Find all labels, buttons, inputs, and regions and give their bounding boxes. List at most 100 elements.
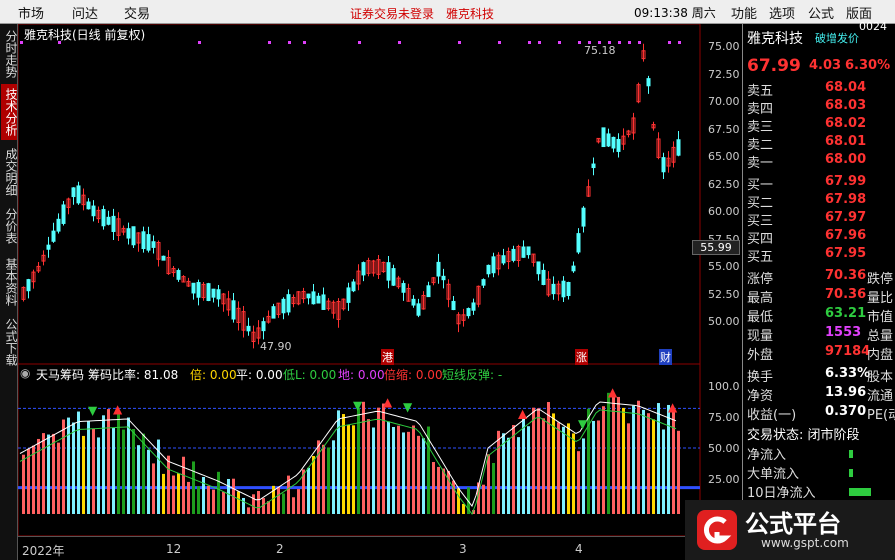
signal-arrow: ▲ (608, 385, 618, 399)
candle-body (206, 283, 211, 302)
candle-body (176, 270, 181, 280)
indicator-bar (552, 413, 555, 514)
signal-arrow: ▲ (668, 400, 678, 414)
clock: 09:13:38 周六 (634, 6, 716, 20)
candle-body (501, 255, 506, 264)
candle-body (611, 136, 616, 149)
price-tick: 67.50 (708, 122, 740, 136)
orderbook-price: 68.04 (825, 80, 867, 95)
signal-dot (628, 41, 631, 44)
kline-chart[interactable]: ▼ ▲ ▼ ▲ ▼ ▲ ▼ ▲ ▲ (18, 24, 742, 536)
candle-body (61, 204, 66, 224)
candle-body (346, 287, 351, 303)
menu-options[interactable]: 选项 (769, 3, 795, 22)
indicator-bar (122, 429, 125, 514)
indicator-bar (32, 445, 35, 514)
time-label-2022: 2022年 (22, 544, 65, 558)
time-label-3: 3 (459, 542, 467, 556)
stat-label: 净资 (747, 389, 774, 404)
stat-row: 最低 63.21 市值 (747, 306, 893, 325)
trade-state: 交易状态: 闭市阶段 (747, 428, 860, 443)
indicator-bar (572, 433, 575, 514)
price-tick: 72.50 (708, 67, 740, 81)
tab-trades[interactable]: 成交明细 (1, 146, 18, 198)
candle-body (86, 201, 91, 210)
menu-function[interactable]: 功能 (731, 3, 757, 22)
candle-body (576, 233, 581, 253)
price-tick: 70.00 (708, 95, 740, 108)
indicator-bar (292, 497, 295, 514)
indicator-name[interactable]: 天马筹码 (36, 366, 84, 383)
indicator-bar (27, 448, 30, 514)
candle-body (71, 187, 76, 198)
logo-icon (697, 510, 737, 550)
menu-trade[interactable]: 交易 (124, 3, 150, 22)
signal-dot (20, 41, 23, 44)
indicator-bar (252, 494, 255, 514)
candle-body (676, 139, 681, 156)
menu-wenda[interactable]: 问达 (72, 3, 98, 22)
indicator-bar (512, 425, 515, 514)
time-label-4: 4 (575, 542, 583, 556)
flow-label: 大单流入 (747, 467, 800, 482)
candle-body (661, 157, 666, 173)
app-window: 市场 问达 交易 证券交易未登录 雅克科技 09:13:38 周六 功能 选项 … (0, 0, 895, 560)
candle-body (111, 215, 116, 232)
indicator-bar (677, 430, 680, 514)
indicator-bar (417, 435, 420, 514)
indicator-bar (237, 491, 240, 514)
tab-profile[interactable]: 基本资料 (1, 256, 18, 308)
candle-body (141, 231, 146, 250)
indicator-bar (112, 427, 115, 514)
tab-price-table[interactable]: 分价表 (1, 206, 18, 246)
signal-dot (678, 41, 681, 44)
stat-value: 0.370 (825, 404, 867, 419)
indicator-bar (367, 419, 370, 514)
indicator-bar (457, 488, 460, 514)
indicator-bar (517, 437, 520, 514)
tab-formula-download[interactable]: 公式下载 (1, 316, 18, 368)
left-tab-bar: 分时走势 技术分析 成交明细 分价表 基本资料 公式下载 (0, 24, 18, 560)
candle-body (491, 256, 496, 274)
indicator-bar (327, 447, 330, 514)
indicator-bar (22, 454, 25, 514)
indicator-bar (152, 463, 155, 514)
indicator-bar (492, 462, 495, 514)
candle-body (561, 280, 566, 298)
candle-body (191, 282, 196, 294)
orderbook-price: 68.03 (825, 98, 867, 113)
chart-area[interactable]: ▼ ▲ ▼ ▲ ▼ ▲ ▼ ▲ ▲ 雅克科技(日线 前复权) 75.18 47.90 港 涨 财… (18, 24, 742, 558)
orderbook-label: 卖一 (747, 156, 774, 171)
orderbook-price: 67.98 (825, 192, 867, 207)
indicator-bar (132, 428, 135, 514)
indicator-bar (142, 433, 145, 514)
menu-formula[interactable]: 公式 (808, 3, 834, 22)
low-price-label: 47.90 (260, 340, 292, 353)
indicator-beisuo: 倍缩: 0.00 (384, 368, 443, 382)
signal-dot (668, 41, 671, 44)
stat-right-label: 内盘 (867, 348, 894, 363)
menu-market[interactable]: 市场 (18, 3, 44, 22)
candle-body (481, 279, 486, 286)
stat-label: 涨停 (747, 272, 774, 287)
tab-technical[interactable]: 技术分析 (1, 84, 18, 140)
indicator-bar (217, 471, 220, 514)
indicator-bar (67, 417, 70, 514)
indicator-bar (522, 415, 525, 514)
indicator-bar (672, 410, 675, 514)
flow-label: 净流入 (747, 448, 787, 463)
stat-right-label: PE(动 (867, 408, 895, 423)
stock-tag: 破增发价 (815, 32, 859, 45)
candle-body (401, 283, 406, 293)
candle-body (131, 226, 136, 246)
indicator-bar (592, 420, 595, 514)
indicator-bar (627, 423, 630, 514)
logo-url: www.gspt.com (761, 536, 849, 550)
stat-right-label: 量比 (867, 291, 894, 306)
indicator-menu-icon[interactable]: ◉ (20, 366, 30, 380)
tab-intraday[interactable]: 分时走势 (1, 28, 18, 80)
indicator-bar (97, 437, 100, 514)
candle-body (146, 234, 151, 251)
stat-label: 外盘 (747, 348, 774, 363)
orderbook-label: 卖三 (747, 120, 774, 135)
